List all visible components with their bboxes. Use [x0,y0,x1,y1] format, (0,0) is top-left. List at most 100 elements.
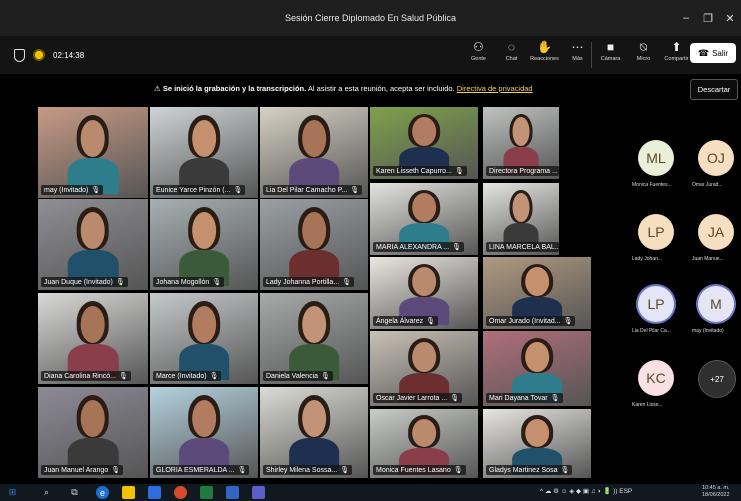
video-tile[interactable]: Directora Programa ...🎙 [483,107,559,179]
more-button[interactable]: ⋯ Más [561,40,594,62]
video-tile[interactable]: LINA MARCELA BAL...🎙 [483,183,559,255]
participant-face [302,399,326,437]
participant-video [512,263,562,326]
video-tile[interactable]: Karen Lisseth Capurro... 🎙 [370,107,478,179]
participant-name-tag: may (Invitado) 🎙 [41,185,104,195]
participant-video [399,189,449,252]
language-indicator[interactable]: ESP [619,488,632,495]
participant-name: Mari Dayana Tovar [489,395,548,402]
task-view-icon[interactable]: ⧉ [68,486,81,499]
participant-avatar[interactable]: LP [638,286,674,322]
participant-avatar-label: Omar Jurad... [692,182,723,188]
participant-name: Lia Del Pilar Camacho P... [266,187,348,194]
participant-avatar-label: Monica Fuentes... [632,182,672,188]
participant-video [289,115,339,194]
participant-face [192,399,216,437]
reactions-button[interactable]: ✋ Reacciones [528,40,561,62]
share-icon: ⬆ [671,40,682,54]
tray-icons[interactable]: ^ ☁ ⚙ ☺ ◈ ◆ ▣ ♫ ◗ 🔋 )) [540,488,617,495]
video-tile[interactable]: may (Invitado) 🎙 [38,107,148,198]
video-tile[interactable]: Ángela Álvarez 🎙 [370,257,478,329]
video-tile[interactable]: Marce (Invitado) 🎙 [150,293,258,384]
participant-video [399,263,449,326]
participant-video [67,395,119,474]
chat-button[interactable]: ◌ Chat [495,40,528,62]
video-tile[interactable]: Omar Jurado (Invitad... 🎙 [483,257,591,329]
video-tile[interactable]: GLORIA ESMERALDA ... 🎙 [150,387,258,478]
participant-face [512,117,530,147]
participant-video [512,338,562,403]
participant-avatar[interactable]: OJ [698,140,734,176]
mic-button[interactable]: ⍉ Micro [627,40,660,62]
video-tile[interactable]: Gladys Martinez Sosa 🎙 [483,409,591,478]
video-tile[interactable]: Juan Manuel Arango 🎙 [38,387,148,478]
participant-name: Juan Duque (Invitado) [44,279,113,286]
participant-name: Directora Programa ... [489,168,558,175]
mic-muted-icon: 🎙 [426,318,435,325]
video-tile[interactable]: Eunice Yarce Pinzón (... 🎙 [150,107,258,198]
mic-muted-icon: 🎙 [342,279,352,286]
close-button[interactable]: ✕ [719,12,741,25]
minimize-button[interactable]: – [675,12,697,24]
chrome-icon[interactable] [174,486,187,499]
participant-video [289,395,339,474]
more-participants-button[interactable]: +27 [698,360,736,398]
system-tray[interactable]: ^ ☁ ⚙ ☺ ◈ ◆ ▣ ♫ ◗ 🔋 )) ESP [540,487,632,495]
video-tile[interactable]: Juan Duque (Invitado) 🎙 [38,199,148,290]
shield-icon[interactable] [14,48,25,62]
teams-icon[interactable] [252,486,265,499]
excel-icon[interactable] [200,486,213,499]
video-tile[interactable]: Lady Johanna Portilla... 🎙 [260,199,368,290]
privacy-link[interactable]: Directiva de privacidad [457,84,533,93]
video-tile[interactable]: Shirley Milena Sossa... 🎙 [260,387,368,478]
mic-muted-icon: 🎙 [91,187,101,194]
participant-video [503,189,539,252]
dismiss-button[interactable]: Descartar [690,79,738,100]
video-tile[interactable]: MARIA ALEXANDRA ... 🎙 [370,183,478,255]
video-tile[interactable]: Daniela Valencia 🎙 [260,293,368,384]
participant-avatar[interactable]: KC [638,360,674,396]
mic-muted-icon: 🎙 [233,187,243,194]
participant-name: Daniela Valencia [266,373,319,380]
video-tile[interactable]: Lia Del Pilar Camacho P... 🎙 [260,107,368,198]
participant-name-tag: Oscar Javier Larrota ... 🎙 [373,393,463,403]
mic-muted-icon: 🎙 [111,467,121,474]
participant-video [179,115,229,194]
share-button[interactable]: ⬆ Compartir [660,40,693,62]
search-icon[interactable]: ⌕ [40,486,53,499]
participant-avatar[interactable]: ML [638,140,674,176]
participant-name-tag: GLORIA ESMERALDA ... 🎙 [153,465,250,475]
mic-muted-icon: 🎙 [454,168,464,175]
mic-muted-icon: 🎙 [118,373,128,380]
mic-muted-icon: 🎙 [212,279,222,286]
video-tile[interactable]: Johana Mogollón 🎙 [150,199,258,290]
clock[interactable]: 10:45 a. m. 18/06/2022 [702,485,730,499]
participant-name: Johana Mogollón [156,279,210,286]
participant-name-tag: Ángela Álvarez 🎙 [373,316,438,326]
edge-icon[interactable]: e [96,486,109,499]
participant-face [525,418,549,447]
camera-button[interactable]: ■ Cámara [594,40,627,62]
video-tile[interactable]: Diana Carolina Rincó... 🎙 [38,293,148,384]
participant-avatar[interactable]: M [698,286,734,322]
people-button[interactable]: ⚇ Gente [462,40,495,62]
leave-button[interactable]: ☎ Salir [690,43,736,63]
participant-avatar-label: Lady Johan... [632,256,663,262]
participant-name-tag: Juan Manuel Arango 🎙 [41,465,124,475]
app-icon[interactable] [148,486,161,499]
video-tile[interactable]: Oscar Javier Larrota ... 🎙 [370,331,478,406]
file-explorer-icon[interactable] [122,486,135,499]
participant-face [302,211,326,249]
word-icon[interactable] [226,486,239,499]
meeting-timer: 02:14:38 [53,50,85,60]
participant-avatar[interactable]: LP [638,214,674,250]
video-tile[interactable]: Mari Dayana Tovar 🎙 [483,331,591,406]
mic-muted-icon: 🎙 [321,373,330,380]
participant-avatar[interactable]: JA [698,214,734,250]
video-tile[interactable]: Monica Fuentes Lasano 🎙 [370,409,478,478]
maximize-button[interactable]: ❐ [697,12,719,25]
windows-start-icon[interactable]: ⊞ [6,486,19,499]
participant-video [179,207,229,286]
participant-name: LINA MARCELA BAL... [489,244,559,251]
mic-muted-icon: 🎙 [340,467,350,474]
